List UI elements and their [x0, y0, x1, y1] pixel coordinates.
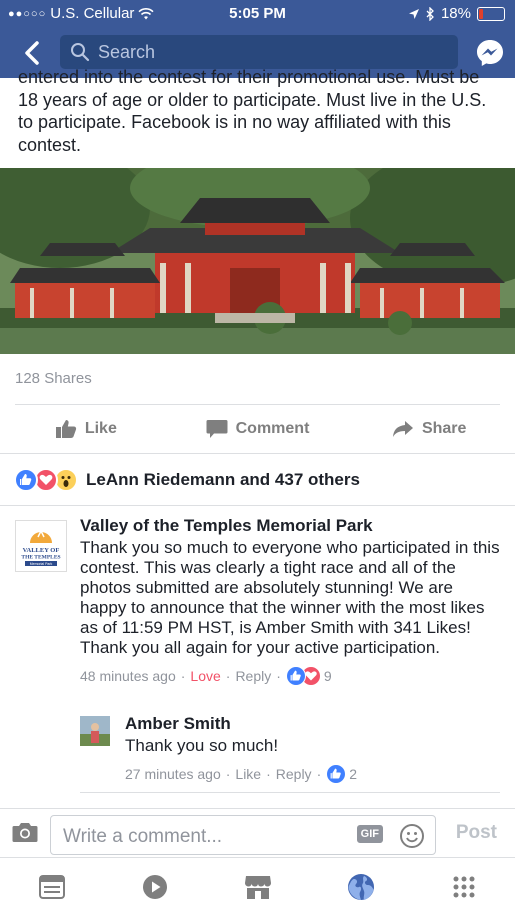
comment-reaction-count: 9 — [323, 668, 332, 684]
back-arrow-icon[interactable] — [18, 38, 48, 68]
news-feed-icon — [38, 874, 65, 899]
reply-text: Thank you so much! — [125, 736, 279, 755]
logo-text-line1: VALLEY OF — [23, 547, 60, 554]
reply-time[interactable]: 27 minutes ago — [125, 766, 221, 782]
search-bar[interactable] — [60, 35, 458, 69]
location-arrow-icon — [408, 8, 419, 19]
share-arrow-icon — [392, 421, 413, 437]
status-right: 18% — [408, 5, 505, 22]
reactions-summary[interactable]: LeAnn Riedemann and 437 others — [14, 468, 360, 492]
marketplace-shop-icon — [244, 875, 271, 899]
battery-fill — [479, 8, 483, 19]
like-link[interactable]: Like — [235, 766, 261, 782]
like-button[interactable]: Like — [0, 405, 172, 453]
love-link[interactable]: Love — [190, 668, 220, 684]
reply-author[interactable]: Amber Smith — [125, 714, 495, 734]
messenger-icon[interactable] — [475, 38, 505, 68]
thumbs-up-icon — [55, 420, 76, 438]
comment-bubble-icon — [206, 420, 228, 438]
comment-composer: GIF Post — [0, 808, 515, 859]
reply-reaction-count: 2 — [349, 766, 358, 782]
temples-logo-icon: VALLEY OF THE TEMPLES Memorial Park — [21, 529, 61, 566]
status-bar: ●●○○○ U.S. Cellular 5:05 PM 18% — [0, 0, 515, 28]
avatar[interactable] — [80, 716, 110, 746]
tab-video[interactable] — [103, 858, 206, 915]
page-avatar[interactable]: VALLEY OF THE TEMPLES Memorial Park — [15, 520, 67, 572]
divider — [0, 505, 515, 506]
reply-body: Amber Smith Thank you so much! 27 minute… — [125, 714, 495, 784]
comment-button[interactable]: Comment — [172, 405, 344, 453]
comment-input[interactable] — [61, 825, 355, 849]
post-photo[interactable] — [0, 168, 515, 354]
user-photo-icon — [80, 716, 110, 746]
comment-time[interactable]: 48 minutes ago — [80, 668, 176, 684]
post-text: entered into the contest for their promo… — [18, 67, 487, 155]
like-reaction-icon — [14, 468, 38, 492]
comment-meta: 48 minutes ago · Love · Reply · 9 — [80, 666, 500, 686]
tab-marketplace[interactable] — [206, 858, 309, 915]
reply-link[interactable]: Reply — [276, 766, 312, 782]
bluetooth-icon — [426, 6, 434, 21]
like-label: Like — [84, 420, 117, 437]
share-label: Share — [421, 420, 467, 437]
comment-label: Comment — [235, 420, 310, 437]
battery-percent: 18% — [440, 5, 471, 22]
divider — [80, 792, 500, 793]
video-play-icon — [142, 874, 167, 899]
separator-dot: · — [225, 766, 231, 782]
comment-text: Thank you so much to everyone who partic… — [80, 538, 500, 657]
separator-dot: · — [266, 766, 271, 782]
like-reaction-icon — [326, 764, 347, 784]
search-icon — [71, 43, 90, 62]
reactions-text: LeAnn Riedemann and 437 others — [86, 470, 360, 489]
tab-notifications-globe[interactable] — [309, 858, 412, 915]
sticker-smiley-icon[interactable] — [399, 823, 425, 849]
comment-input-box[interactable]: GIF — [50, 815, 436, 855]
search-input[interactable] — [96, 40, 430, 64]
separator-dot: · — [225, 668, 231, 684]
divider — [0, 453, 515, 454]
like-reaction-icon — [285, 666, 306, 686]
logo-text-line2: THE TEMPLES — [21, 555, 60, 561]
logo-text-line3: Memorial Park — [30, 562, 53, 566]
camera-icon[interactable] — [12, 821, 38, 843]
separator-dot: · — [316, 766, 322, 782]
bottom-tab-bar — [0, 857, 515, 915]
tab-menu[interactable] — [412, 858, 515, 915]
menu-grid-icon — [453, 876, 474, 897]
post-actions: Like Comment Share — [0, 405, 515, 453]
post-button[interactable]: Post — [456, 822, 497, 844]
separator-dot: · — [276, 668, 281, 684]
globe-icon — [347, 873, 374, 900]
shares-count[interactable]: 128 Shares — [15, 370, 92, 387]
comment-author[interactable]: Valley of the Temples Memorial Park — [80, 516, 500, 536]
reply-link[interactable]: Reply — [235, 668, 271, 684]
battery-icon — [477, 6, 505, 21]
reply-reactions[interactable]: 2 — [326, 764, 357, 784]
share-button[interactable]: Share — [343, 405, 515, 453]
gif-button[interactable]: GIF — [356, 825, 383, 843]
separator-dot: · — [180, 668, 186, 684]
comment-body: Valley of the Temples Memorial Park Than… — [80, 516, 500, 686]
comment-reactions[interactable]: 9 — [285, 666, 332, 686]
temple-photo-image — [0, 168, 515, 354]
tab-news-feed[interactable] — [0, 858, 103, 915]
reply-meta: 27 minutes ago · Like · Reply · 2 — [125, 764, 495, 784]
